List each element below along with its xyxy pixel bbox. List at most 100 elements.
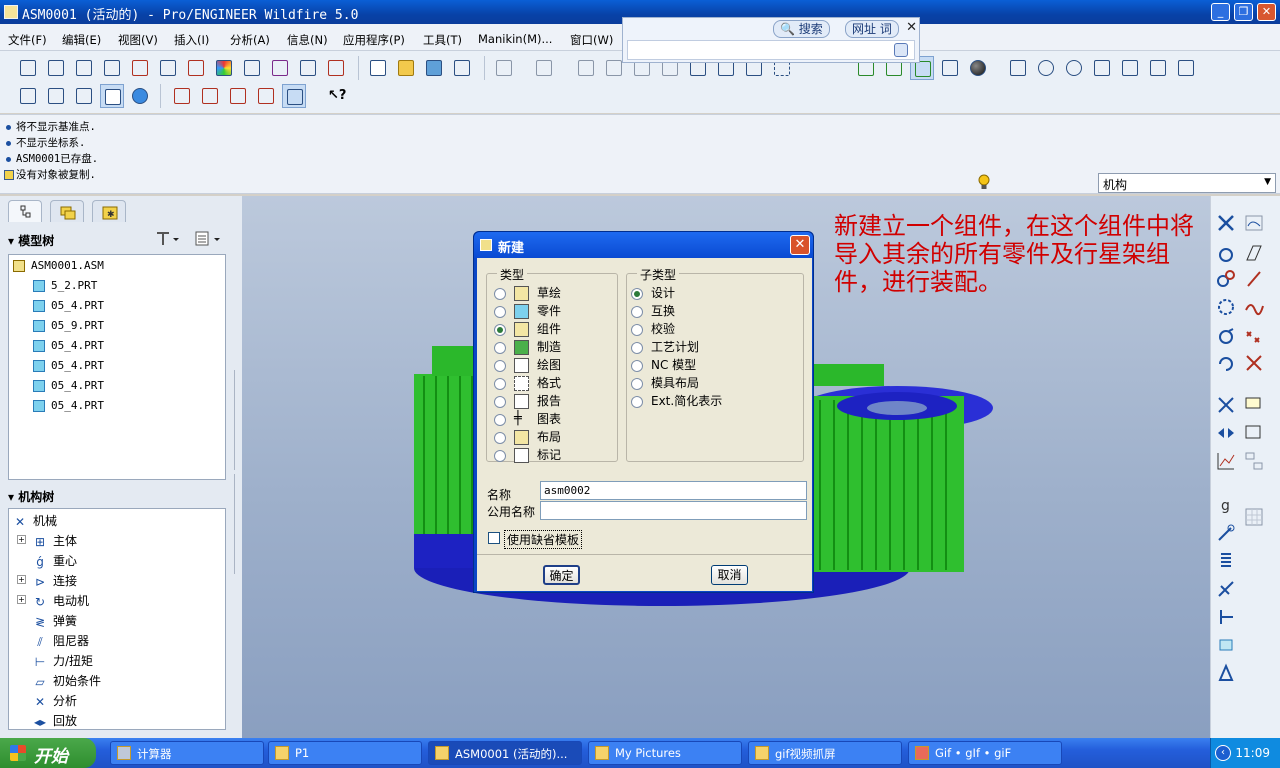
gravity-icon[interactable] <box>1215 242 1237 264</box>
tab-folder-browser[interactable] <box>50 200 84 222</box>
tree-item[interactable]: 05_4.PRT <box>33 359 104 372</box>
task-proe[interactable]: ASM0001 (活动的)... <box>428 741 582 765</box>
mech-root[interactable]: ✕ 机械 <box>13 512 57 529</box>
expand-icon[interactable]: + <box>17 595 26 604</box>
surface-analysis-icon[interactable] <box>156 56 180 80</box>
reorient-icon[interactable] <box>1118 56 1142 80</box>
type-option-format[interactable]: 格式 <box>494 374 561 391</box>
tree-item[interactable]: 05_4.PRT <box>33 399 104 412</box>
mech-item-initial-conditions[interactable]: ▱ 初始条件 <box>33 672 101 689</box>
mech-item-bodies[interactable]: ⊞ 主体 <box>33 532 77 549</box>
axis-display-icon[interactable] <box>198 84 222 108</box>
mech-item-springs[interactable]: ≷ 弹簧 <box>33 612 77 629</box>
tree-item[interactable]: 5_2.PRT <box>33 279 97 292</box>
slope-icon[interactable] <box>268 56 292 80</box>
expand-icon[interactable]: + <box>17 535 26 544</box>
curve-icon[interactable] <box>1243 296 1265 318</box>
task-gif-app[interactable]: Gif • gIf • giF <box>908 741 1062 765</box>
note-icon[interactable] <box>1243 394 1265 416</box>
wave-icon[interactable] <box>184 56 208 80</box>
new-file-icon[interactable] <box>366 56 390 80</box>
menu-manikin[interactable]: Manikin(M)... <box>478 32 552 46</box>
zoom-out-icon[interactable] <box>1062 56 1086 80</box>
csys-icon[interactable] <box>938 56 962 80</box>
tab-favorites[interactable]: ✱ <box>92 200 126 222</box>
intersect-icon[interactable] <box>1243 352 1265 374</box>
annotation-display-icon[interactable] <box>282 84 306 108</box>
show-menu-icon[interactable] <box>194 230 224 248</box>
motor-icon[interactable] <box>1215 326 1237 348</box>
maximize-button[interactable]: ❐ <box>1234 3 1253 21</box>
csys-display-icon[interactable] <box>254 84 278 108</box>
measure-graph-icon[interactable] <box>1215 450 1237 472</box>
subtype-option-mold-layout[interactable]: 模具布局 <box>631 374 699 391</box>
type-option-assembly[interactable]: 组件 <box>494 320 561 337</box>
enhanced-realism-icon[interactable] <box>128 84 152 108</box>
subtype-option-process-plan[interactable]: 工艺计划 <box>631 338 699 355</box>
cut-icon[interactable] <box>574 56 598 80</box>
shading-sphere-icon[interactable] <box>966 56 990 80</box>
menu-insert[interactable]: 插入(I) <box>174 32 209 48</box>
ok-button[interactable]: 确定 <box>543 565 580 585</box>
type-option-diagram[interactable]: ╪ 图表 <box>494 410 561 427</box>
shaded-curvature-icon[interactable] <box>212 56 236 80</box>
curvature-icon[interactable] <box>128 56 152 80</box>
point-display-icon[interactable] <box>226 84 250 108</box>
distance-icon[interactable] <box>16 56 40 80</box>
common-name-input[interactable] <box>540 501 807 520</box>
angle-icon[interactable] <box>44 56 68 80</box>
subtype-option-interchange[interactable]: 互换 <box>631 302 675 319</box>
pan-hand-icon[interactable] <box>1006 56 1030 80</box>
use-default-template-label[interactable]: 使用缺省模板 <box>504 530 583 549</box>
menu-file[interactable]: 文件(F) <box>8 32 47 48</box>
tree-item[interactable]: 05_4.PRT <box>33 299 104 312</box>
filter-select[interactable]: 机构 ▼ <box>1098 173 1276 193</box>
mass-props-icon[interactable] <box>1215 662 1237 684</box>
use-default-template-checkbox[interactable] <box>488 532 500 544</box>
slot-icon[interactable] <box>1243 242 1265 264</box>
undo-icon[interactable] <box>492 56 516 80</box>
type-option-layout[interactable]: 布局 <box>494 428 561 445</box>
subtype-option-nc-model[interactable]: NC 模型 <box>631 356 696 373</box>
mech-item-motors[interactable]: ↻ 电动机 <box>33 592 89 609</box>
tree-settings-icon[interactable] <box>154 230 182 248</box>
dialog-close-button[interactable]: ✕ <box>790 235 810 255</box>
url-button[interactable]: 网址 词 <box>845 20 899 38</box>
menu-view[interactable]: 视图(V) <box>118 32 158 48</box>
mech-tree-header[interactable]: ▾ 机构树 <box>8 488 54 505</box>
type-option-sketch[interactable]: 草绘 <box>494 284 561 301</box>
gear-pair-icon[interactable] <box>1215 268 1237 290</box>
table-icon[interactable] <box>72 56 96 80</box>
offset-icon[interactable] <box>296 56 320 80</box>
mech-item-analyses[interactable]: ✕ 分析 <box>33 692 77 709</box>
tree-item[interactable]: 05_9.PRT <box>33 319 104 332</box>
menu-info[interactable]: 信息(N) <box>287 32 328 48</box>
task-calculator[interactable]: 计算器 <box>110 741 264 765</box>
driver-icon[interactable] <box>1215 522 1237 544</box>
model-tree-header[interactable]: ▾ 模型树 <box>8 232 54 249</box>
subtype-option-ext-simplified[interactable]: Ext.简化表示 <box>631 392 722 409</box>
rotation-icon[interactable] <box>1215 352 1237 374</box>
redo-icon[interactable] <box>532 56 556 80</box>
force-torque-icon[interactable] <box>1215 606 1237 628</box>
points-icon[interactable] <box>1243 326 1265 348</box>
tree-root[interactable]: ASM0001.ASM <box>13 259 104 272</box>
tree-item[interactable]: 05_4.PRT <box>33 339 104 352</box>
dihedral-icon[interactable] <box>324 56 348 80</box>
damper-icon[interactable] <box>1215 578 1237 600</box>
mech-item-playbacks[interactable]: ◂▸ 回放 <box>33 712 77 729</box>
mech-item-force[interactable]: ⊢ 力/扭矩 <box>33 652 93 669</box>
type-option-part[interactable]: 零件 <box>494 302 561 319</box>
mech-item-dampers[interactable]: ⫽ 阻尼器 <box>33 632 89 649</box>
mech-item-connections[interactable]: ⊳ 连接 <box>33 572 77 589</box>
search-input[interactable] <box>627 40 915 60</box>
mechanism-display-icon[interactable] <box>1215 212 1237 234</box>
gravity-g-icon[interactable]: g <box>1215 494 1237 516</box>
draft-icon[interactable] <box>240 56 264 80</box>
menu-applications[interactable]: 应用程序(P) <box>343 32 405 48</box>
task-gif-capture[interactable]: gif视频抓屏 <box>748 741 902 765</box>
mass-icon[interactable] <box>100 56 124 80</box>
saved-views-icon[interactable] <box>1146 56 1170 80</box>
task-p1[interactable]: P1 <box>268 741 422 765</box>
task-my-pictures[interactable]: My Pictures <box>588 741 742 765</box>
